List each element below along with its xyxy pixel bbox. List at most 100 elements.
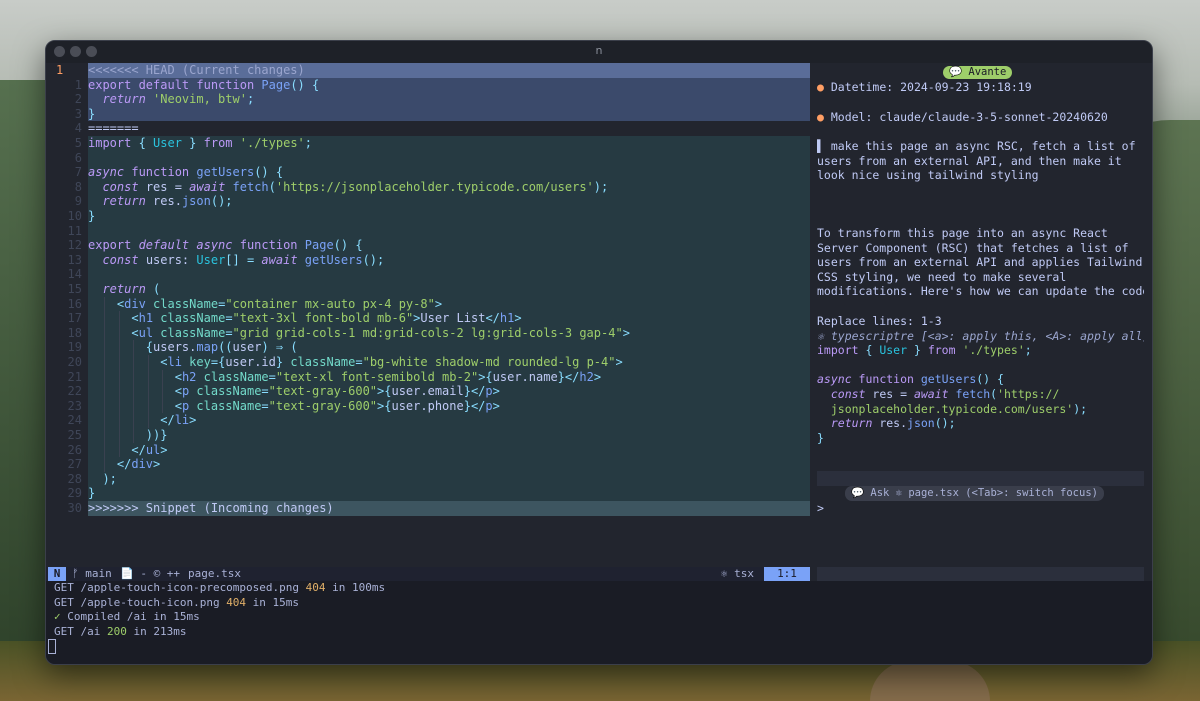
code-token: }	[907, 343, 928, 358]
code-line: 5 import { User } from './types';	[46, 136, 810, 151]
code-token: () {	[254, 165, 284, 180]
indent-guide	[162, 384, 164, 399]
code-line: 1 <<<<<<< HEAD (Current changes)	[46, 63, 810, 78]
model-line: ● Model: claude/claude-3-5-sonnet-202406…	[817, 110, 1144, 125]
line-number: 3	[74, 106, 82, 121]
prompt-text: users from an external API, and then mak…	[817, 153, 1122, 168]
code-line: 7 async function getUsers() {	[46, 165, 810, 180]
answer-text: To transform this page into an async Rea…	[817, 226, 1108, 240]
code-token: export	[88, 77, 139, 92]
indent-guide	[133, 355, 135, 370]
code-token: <	[131, 311, 139, 326]
code-token: async	[817, 372, 859, 387]
code-token: from	[203, 136, 240, 150]
line-number: 7	[74, 165, 82, 180]
code-line: 11	[46, 223, 810, 239]
code-line: 18 <ul className="grid grid-cols-1 md:gr…	[46, 325, 810, 341]
code-token: await	[261, 252, 305, 267]
bullet-icon: ●	[817, 110, 831, 124]
status-line: N ᚠ main 📄 - © ++ page.tsx ⚛ tsx 1:1	[46, 567, 810, 581]
terminal-token: in 213ms	[126, 624, 187, 638]
code-text: <ul className="grid grid-cols-1 md:grid-…	[88, 325, 810, 341]
code-token: ul	[145, 442, 161, 457]
bullet-icon: ●	[817, 80, 831, 94]
line-number: 22	[67, 384, 82, 399]
prompt-text: make this page an async RSC, fetch a lis…	[830, 139, 1136, 153]
code-line: 29}	[46, 486, 810, 501]
code-text: {users.map((user) ⇒ (	[88, 340, 810, 355]
code-editor[interactable]: 1 <<<<<<< HEAD (Current changes) 1 export d…	[46, 63, 810, 567]
line-number: 28	[67, 471, 82, 486]
code-token: =	[261, 384, 269, 399]
code-token: user	[232, 340, 262, 355]
indent-guide	[147, 355, 149, 370]
indent-guide	[104, 325, 106, 341]
git-branch: ᚠ main	[72, 567, 112, 580]
code-token: fetch	[232, 179, 269, 194]
code-token: ul	[138, 325, 161, 340]
code-token: key	[189, 355, 211, 369]
code-line: 14	[46, 267, 810, 282]
code-token: }</	[557, 369, 580, 384]
code-token: }	[88, 209, 96, 223]
indent-guide	[104, 369, 106, 385]
code-text: <li key={user.id} className="bg-white sh…	[88, 355, 810, 370]
code-token: const	[830, 387, 873, 401]
code-line: 6	[46, 150, 810, 166]
replace-label: Replace lines: 1-3	[817, 314, 942, 328]
terminal-token: GET /apple-touch-icon-precomposed.png	[54, 581, 306, 594]
indent-guide	[133, 428, 135, 443]
terminal-token: 404	[226, 595, 247, 609]
code-text: async function getUsers() {	[88, 165, 810, 180]
code-text: ))}	[88, 428, 810, 443]
line-number: 9	[74, 194, 82, 209]
indent-guide	[104, 384, 106, 399]
code-token: </	[485, 311, 500, 326]
code-text: <h1 className="text-3xl font-bold mb-6">…	[88, 311, 810, 326]
prompt-marker-icon: ▌	[817, 139, 831, 153]
code-text: );	[88, 471, 810, 487]
code-token: h2	[181, 369, 204, 384]
code-token: User	[879, 343, 908, 358]
code-token: user.name	[492, 369, 558, 384]
code-token: "text-gray-600"	[268, 398, 378, 413]
indent-guide	[104, 311, 106, 326]
code-token: className	[196, 398, 262, 413]
code-token: >	[492, 384, 500, 399]
code-token: <<<<<<< HEAD (Current changes)	[88, 63, 305, 77]
code-token: function	[131, 165, 197, 180]
code-token: map	[196, 340, 219, 355]
code-line: 4 =======	[46, 121, 810, 136]
indent-guide	[104, 398, 106, 414]
code-token: {	[865, 343, 880, 358]
code-token: className	[196, 384, 262, 399]
terminal-output[interactable]: GET /apple-touch-icon-precomposed.png 40…	[46, 581, 1152, 664]
code-token: await	[189, 179, 233, 194]
code-token: return	[102, 92, 154, 107]
code-token: className	[290, 355, 356, 369]
code-token: import	[88, 136, 139, 150]
code-token: >	[153, 457, 161, 472]
answer-text: Server Component (RSC) that fetches a li…	[817, 240, 1129, 255]
line-number: 25	[67, 428, 82, 442]
prompt-input[interactable]: >	[817, 501, 1144, 516]
code-token: export	[88, 238, 139, 253]
line-number: 26	[67, 442, 82, 457]
code-token: >{	[377, 384, 392, 399]
code-token: );	[102, 471, 117, 486]
status-filename: page.tsx	[188, 567, 241, 580]
code-token: user.email	[391, 384, 464, 399]
prompt-text: look nice using tailwind styling	[817, 168, 1039, 183]
code-token: >{	[377, 398, 392, 413]
code-token: users:	[145, 252, 197, 267]
code-token: res =	[872, 387, 914, 401]
code-line: 10}	[46, 209, 810, 224]
code-token: >	[514, 311, 522, 326]
code-line: 8 const res = await fetch('https://jsonp…	[46, 179, 810, 195]
indent-guide	[118, 398, 120, 414]
